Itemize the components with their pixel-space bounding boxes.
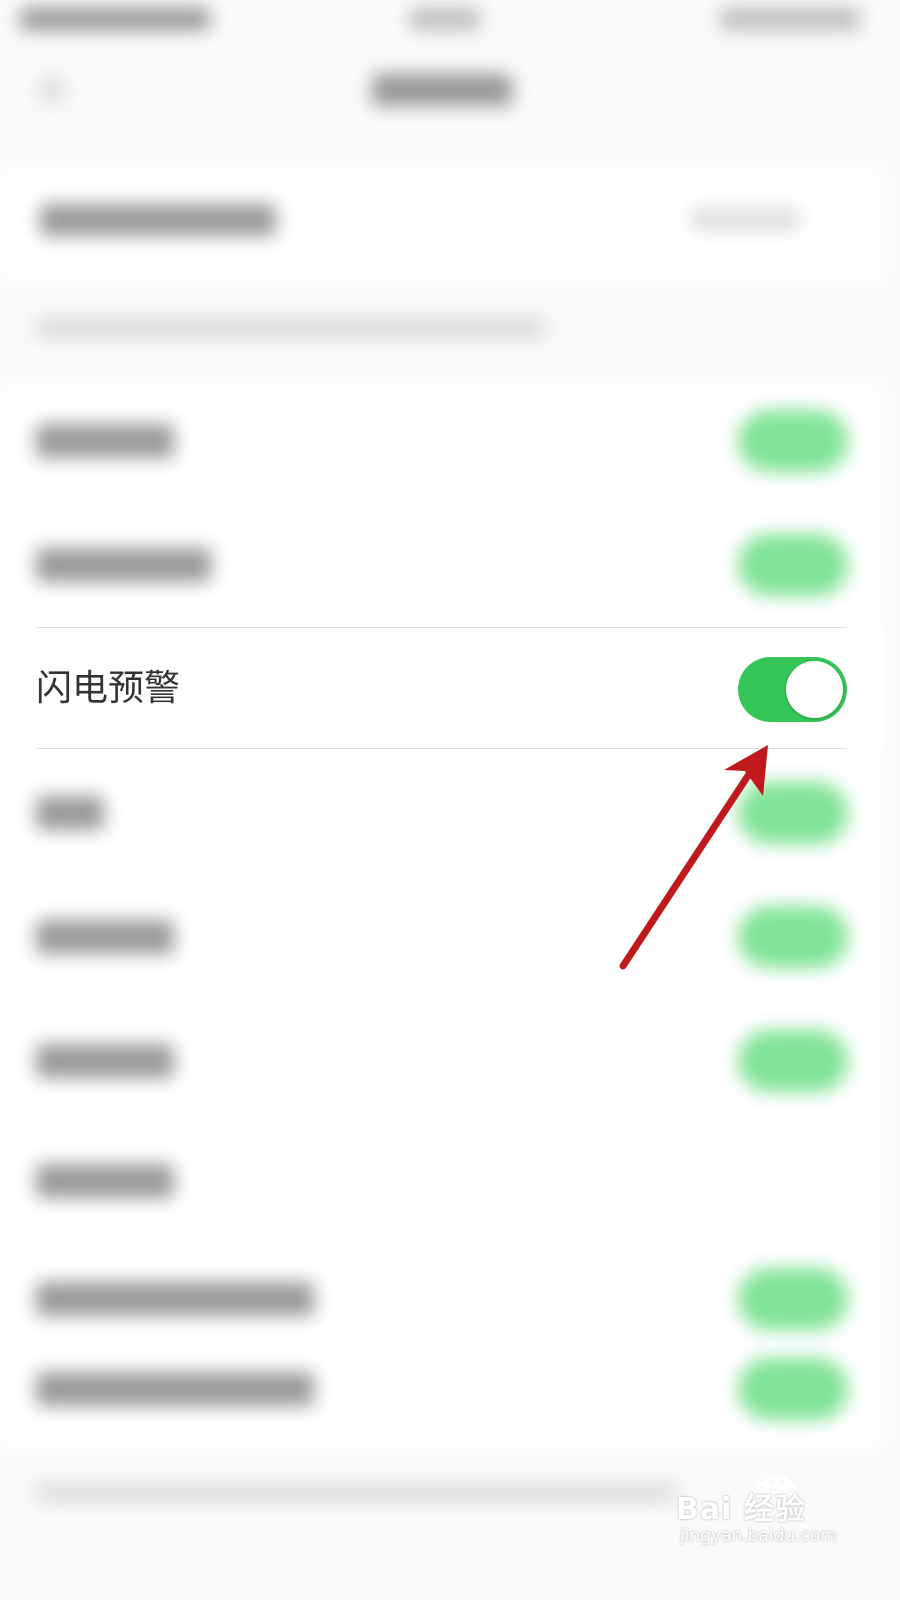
caption-blur xyxy=(36,318,546,338)
blurred-background xyxy=(0,0,882,1568)
row1-label-blur xyxy=(36,424,174,458)
watermark-main-text: Bai 经验 xyxy=(676,1492,806,1527)
setting-row-lightning-alert: 闪电预警 xyxy=(0,627,882,749)
toggle-knob xyxy=(786,661,843,718)
back-icon-blur xyxy=(40,78,64,102)
status-bar-center-blur xyxy=(410,8,480,30)
row6-label-blur xyxy=(36,1044,174,1078)
status-bar-left-blur xyxy=(20,8,210,30)
row8-label-blur xyxy=(36,1282,314,1316)
row9-toggle-blur xyxy=(738,1358,848,1420)
row-top-divider xyxy=(36,627,847,628)
row8-toggle-blur xyxy=(738,1268,848,1330)
top-card-title-blur xyxy=(40,204,276,236)
lightning-alert-toggle[interactable] xyxy=(738,657,847,722)
row4-label-blur xyxy=(36,796,104,830)
row2-label-blur xyxy=(36,548,211,582)
row7-label-blur xyxy=(36,1164,174,1198)
row2-toggle-blur xyxy=(738,534,848,596)
row6-toggle-blur xyxy=(738,1030,848,1092)
row4-toggle-blur xyxy=(738,782,848,844)
status-bar-right-blur xyxy=(720,8,860,30)
top-card-value-blur xyxy=(690,208,800,230)
row5-label-blur xyxy=(36,920,174,954)
row9-label-blur xyxy=(36,1372,314,1406)
lightning-alert-label: 闪电预警 xyxy=(36,668,181,709)
row1-toggle-blur xyxy=(738,410,848,472)
baidu-jingyan-watermark: Bai 经验 jingyan.baidu.com xyxy=(676,1474,846,1554)
row5-toggle-blur xyxy=(738,906,848,968)
watermark-url: jingyan.baidu.com xyxy=(680,1526,837,1546)
footer-caption-blur xyxy=(36,1484,676,1502)
nav-title-blur xyxy=(372,74,512,106)
row-bottom-divider xyxy=(36,748,847,749)
